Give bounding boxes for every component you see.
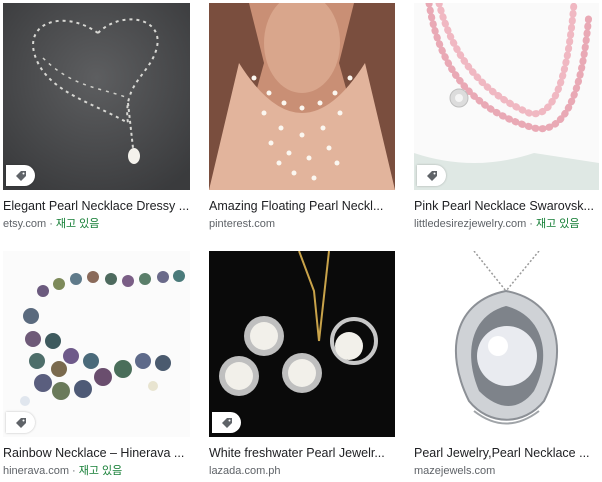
stock-status: 재고 있음 (55, 218, 100, 230)
price-tag-icon (221, 417, 232, 428)
result-source: lazada.com.ph (209, 465, 281, 477)
result-meta: littledesirezjewelry.com · 재고 있음 (414, 218, 580, 230)
result-source: littledesirezjewelry.com (414, 218, 527, 230)
result-meta: etsy.com · 재고 있음 (3, 218, 100, 230)
price-tag-icon (15, 170, 26, 181)
result-card[interactable]: Elegant Pearl Necklace Dressy ... etsy.c… (3, 3, 190, 235)
result-thumbnail[interactable] (209, 251, 395, 437)
result-meta: lazada.com.ph (209, 464, 395, 478)
result-card[interactable]: Amazing Floating Pearl Neckl... pinteres… (209, 3, 395, 235)
stock-status: 재고 있음 (78, 465, 123, 477)
price-tag-badge (212, 412, 241, 433)
result-thumbnail[interactable] (209, 3, 395, 190)
price-tag-badge (6, 165, 35, 186)
result-source: etsy.com (3, 218, 47, 230)
result-card[interactable]: Pearl Jewelry,Pearl Necklace ... mazejew… (414, 251, 599, 480)
result-source: hinerava.com (3, 465, 70, 477)
result-thumbnail[interactable] (3, 251, 190, 437)
result-title[interactable]: Rainbow Necklace – Hinerava ... (3, 445, 190, 461)
result-meta: hinerava.com · 재고 있음 (3, 465, 123, 477)
stock-status: 재고 있음 (535, 218, 580, 230)
result-source: mazejewels.com (414, 465, 496, 477)
result-title[interactable]: Pink Pearl Necklace Swarovsk... (414, 198, 599, 214)
result-meta: mazejewels.com (414, 464, 599, 478)
result-card[interactable]: Pink Pearl Necklace Swarovsk... littlede… (414, 3, 599, 235)
result-title[interactable]: White freshwater Pearl Jewelr... (209, 445, 395, 461)
result-card[interactable]: Rainbow Necklace – Hinerava ... hinerava… (3, 251, 190, 480)
result-source: pinterest.com (209, 218, 276, 230)
result-title[interactable]: Elegant Pearl Necklace Dressy ... (3, 198, 190, 214)
price-tag-badge (6, 412, 35, 433)
price-tag-icon (15, 417, 26, 428)
price-tag-badge (417, 165, 446, 186)
result-meta: pinterest.com (209, 217, 395, 231)
result-title[interactable]: Amazing Floating Pearl Neckl... (209, 198, 395, 214)
price-tag-icon (426, 170, 437, 181)
result-thumbnail[interactable] (414, 251, 599, 437)
result-thumbnail[interactable] (3, 3, 190, 190)
result-thumbnail[interactable] (414, 3, 599, 190)
result-title[interactable]: Pearl Jewelry,Pearl Necklace ... (414, 445, 599, 461)
result-card[interactable]: White freshwater Pearl Jewelr... lazada.… (209, 251, 395, 480)
